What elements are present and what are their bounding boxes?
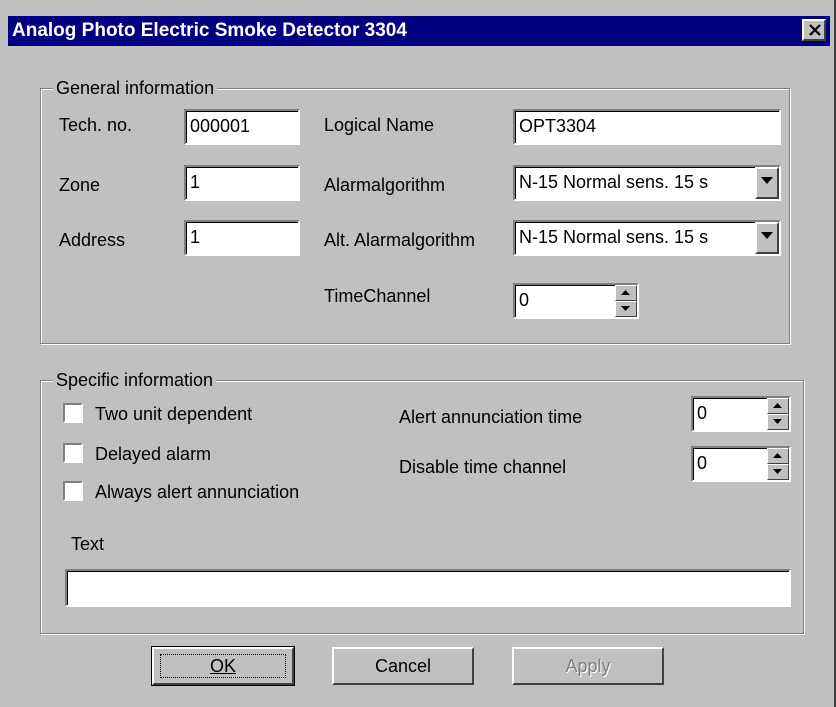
disable-time-channel-label: Disable time channel: [399, 457, 567, 477]
zone-label: Zone: [59, 175, 101, 195]
logical-name-value: OPT3304: [519, 116, 597, 136]
close-button[interactable]: [802, 19, 826, 41]
chevron-down-icon: [773, 469, 782, 474]
cancel-button-label: Cancel: [374, 656, 432, 676]
logical-name-field[interactable]: OPT3304: [513, 109, 781, 145]
alt-alarmalgorithm-value: N-15 Normal sens. 15 s: [519, 227, 709, 247]
tech-no-value: 000001: [190, 116, 251, 136]
timechannel-spin[interactable]: [615, 285, 637, 317]
ok-button-label: OK: [209, 656, 236, 676]
chevron-down-icon: [621, 306, 630, 311]
dialog-window: Analog Photo Electric Smoke Detector 330…: [0, 0, 836, 707]
two-unit-dependent-checkbox[interactable]: [63, 403, 83, 423]
zone-value: 1: [190, 172, 201, 192]
alert-annunciation-time-spin-up[interactable]: [767, 398, 789, 414]
logical-name-label: Logical Name: [324, 115, 435, 135]
tech-no-label: Tech. no.: [59, 115, 133, 135]
chevron-down-icon: [761, 232, 773, 239]
disable-time-channel-spin-down[interactable]: [767, 464, 789, 480]
ok-button[interactable]: OK: [151, 646, 295, 686]
alert-annunciation-time-value: 0: [697, 403, 708, 423]
disable-time-channel-spin-up[interactable]: [767, 448, 789, 464]
alert-annunciation-time-spin[interactable]: [767, 398, 789, 430]
timechannel-spin-up[interactable]: [615, 285, 637, 301]
alarmalgorithm-label: Alarmalgorithm: [324, 175, 446, 195]
always-alert-annunciation-checkbox[interactable]: [63, 481, 83, 501]
chevron-down-icon: [761, 177, 773, 184]
two-unit-dependent-label[interactable]: Two unit dependent: [95, 403, 252, 425]
chevron-up-icon: [773, 453, 782, 458]
zone-field[interactable]: 1: [184, 165, 300, 201]
address-field[interactable]: 1: [184, 220, 300, 256]
alarmalgorithm-select[interactable]: N-15 Normal sens. 15 s: [513, 165, 781, 201]
window-title: Analog Photo Electric Smoke Detector 330…: [12, 20, 407, 41]
always-alert-annunciation-label[interactable]: Always alert annunciation: [95, 481, 299, 503]
timechannel-label: TimeChannel: [324, 286, 431, 306]
timechannel-stepper[interactable]: 0: [513, 283, 639, 319]
disable-time-channel-spin[interactable]: [767, 448, 789, 480]
disable-time-channel-value: 0: [697, 453, 708, 473]
alarmalgorithm-dropdown-button[interactable]: [755, 167, 779, 199]
alt-alarmalgorithm-select[interactable]: N-15 Normal sens. 15 s: [513, 220, 781, 256]
cancel-button[interactable]: Cancel: [332, 647, 474, 685]
alarmalgorithm-value: N-15 Normal sens. 15 s: [519, 172, 709, 192]
timechannel-value: 0: [519, 290, 530, 310]
alert-annunciation-time-stepper[interactable]: 0: [691, 396, 791, 432]
chevron-down-icon: [773, 419, 782, 424]
alt-alarmalgorithm-label: Alt. Alarmalgorithm: [324, 230, 476, 250]
close-icon: [809, 24, 821, 36]
alt-alarmalgorithm-dropdown-button[interactable]: [755, 222, 779, 254]
alert-annunciation-time-spin-down[interactable]: [767, 414, 789, 430]
specific-information-legend: Specific information: [53, 369, 217, 391]
alert-annunciation-time-label: Alert annunciation time: [399, 407, 583, 427]
address-label: Address: [59, 230, 126, 250]
tech-no-field[interactable]: 000001: [184, 109, 300, 145]
apply-button[interactable]: Apply: [512, 647, 664, 685]
chevron-up-icon: [773, 403, 782, 408]
text-input[interactable]: [65, 569, 791, 607]
specific-information-group: Specific information Two unit dependent …: [40, 369, 804, 634]
disable-time-channel-stepper[interactable]: 0: [691, 446, 791, 482]
apply-button-label: Apply: [565, 656, 611, 676]
delayed-alarm-label[interactable]: Delayed alarm: [95, 443, 211, 465]
chevron-up-icon: [621, 290, 630, 295]
delayed-alarm-checkbox[interactable]: [63, 443, 83, 463]
text-label: Text: [71, 534, 105, 554]
title-bar[interactable]: Analog Photo Electric Smoke Detector 330…: [8, 16, 830, 46]
general-information-legend: General information: [53, 77, 218, 99]
general-information-group: General information Tech. no. 000001 Zon…: [40, 77, 790, 344]
timechannel-spin-down[interactable]: [615, 301, 637, 317]
address-value: 1: [190, 227, 201, 247]
